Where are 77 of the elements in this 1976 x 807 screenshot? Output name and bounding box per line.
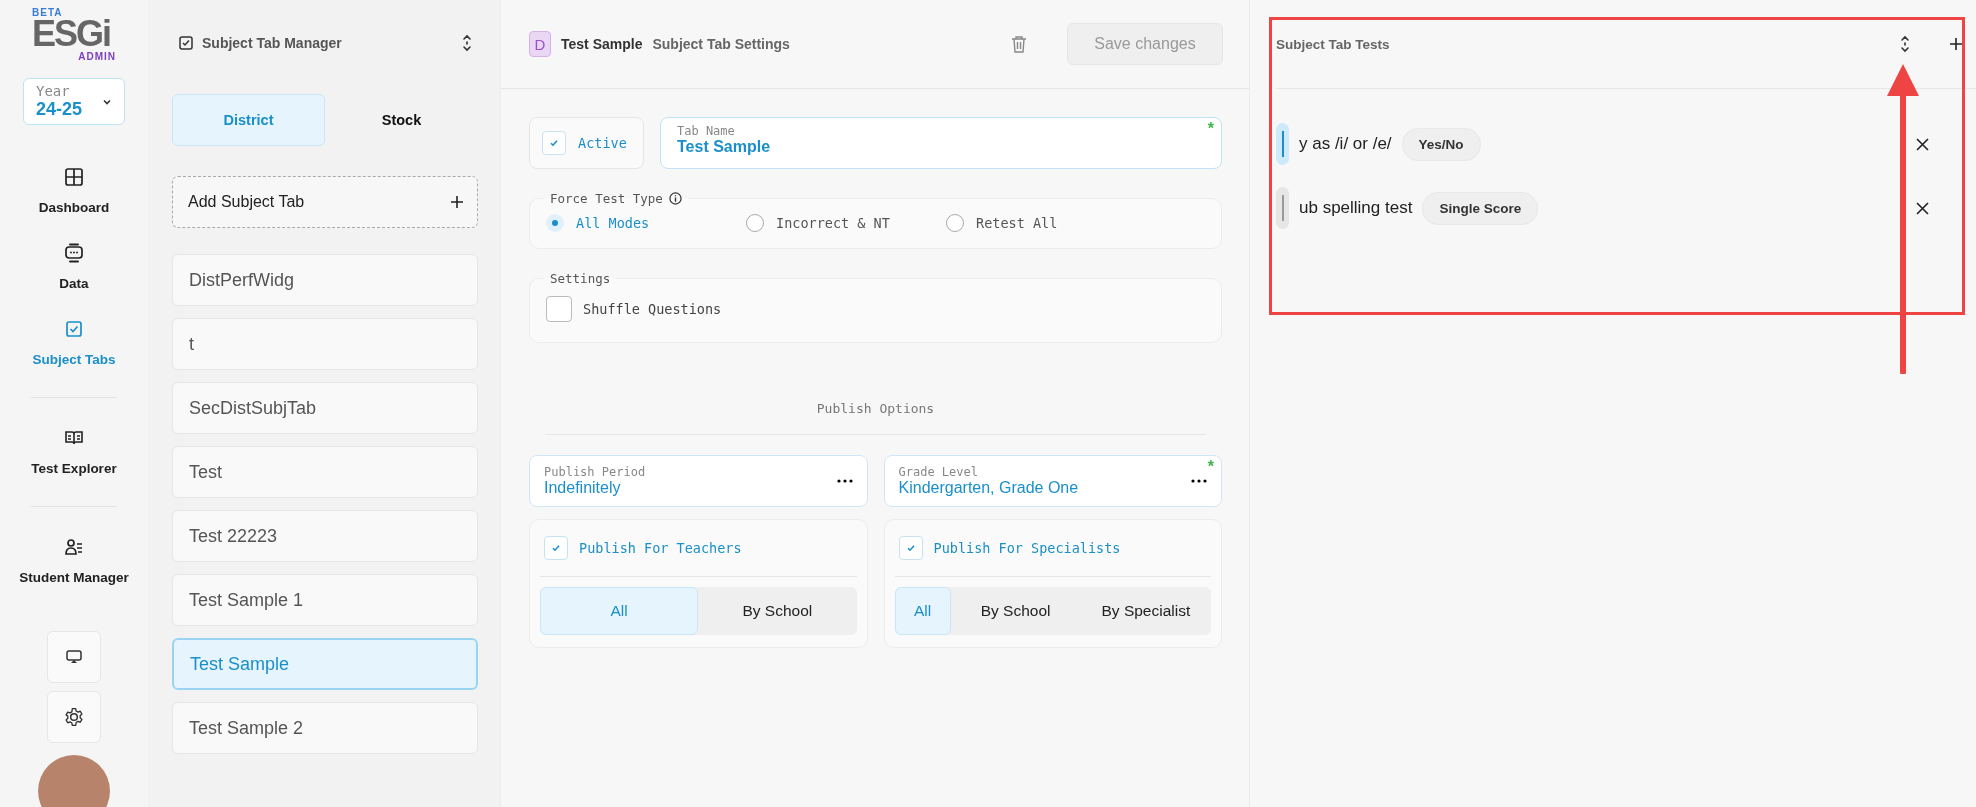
active-checkbox[interactable] [542, 131, 566, 155]
add-subject-tab-button[interactable]: Add Subject Tab [172, 176, 478, 228]
subject-tab-item[interactable]: DistPerfWidg [172, 254, 478, 306]
info-icon[interactable] [668, 192, 682, 205]
avatar-photo-placeholder[interactable] [38, 755, 110, 807]
subject-tab-item[interactable]: SecDistSubjTab [172, 382, 478, 434]
settings-title: Test Sample [561, 36, 643, 52]
group-legend: Settings [550, 271, 611, 286]
close-icon[interactable] [1916, 137, 1929, 151]
radio-option[interactable]: Retest All [946, 214, 1146, 232]
active-toggle[interactable]: Active [529, 117, 644, 169]
settings-button[interactable] [47, 691, 101, 743]
checkmark-icon [551, 543, 561, 553]
logo-admin-text: ADMIN [78, 52, 116, 62]
section-heading: Publish Options [816, 401, 935, 416]
radio-button[interactable] [946, 214, 964, 232]
year-dropdown[interactable]: Year 24-25 [23, 78, 125, 125]
checkbox[interactable] [898, 536, 923, 560]
settings-icon [64, 707, 84, 727]
logo-beta-text: BETA [32, 8, 63, 18]
checkbox-icon [64, 319, 84, 339]
checkmark-icon [905, 543, 916, 553]
screen-button[interactable] [47, 631, 101, 683]
checkbox-label: Publish For Teachers [579, 540, 742, 556]
checkbox[interactable] [546, 296, 572, 322]
plus-icon [451, 196, 463, 208]
subject-tab-item[interactable]: Test [172, 446, 478, 498]
grid-icon [64, 167, 84, 187]
user-list-icon [64, 537, 84, 557]
tab[interactable]: Stock [325, 94, 478, 146]
panel-title: Subject Tab Manager [202, 35, 343, 51]
close-icon[interactable] [1916, 201, 1929, 215]
chevron-down-icon [102, 97, 112, 106]
sort-icon[interactable] [462, 34, 472, 52]
required-asterisk: * [1207, 458, 1214, 476]
checkbox-label: Shuffle Questions [583, 301, 722, 317]
radio-option[interactable]: All Modes [546, 214, 746, 232]
dropdown-field[interactable]: Publish Period Indefinitely [529, 455, 868, 507]
radio-option[interactable]: Incorrect & NT [746, 214, 946, 232]
more-icon[interactable] [836, 479, 853, 483]
nav-item[interactable]: Dashboard [38, 153, 110, 229]
dropdown-field[interactable]: Grade Level Kindergarten, Grade One * [883, 455, 1222, 507]
plus-icon[interactable] [1950, 38, 1962, 50]
sort-icon[interactable] [1900, 35, 1910, 53]
nav-item[interactable]: Student Manager [19, 523, 129, 599]
cast-icon [66, 650, 82, 664]
subject-tab-item[interactable]: Test 22223 [172, 510, 478, 562]
checkbox[interactable] [544, 536, 568, 560]
required-asterisk: * [1207, 120, 1214, 138]
nav-item[interactable]: Data [59, 229, 89, 305]
test-type-tag: Yes/No [1401, 127, 1481, 161]
more-icon[interactable] [1191, 479, 1207, 483]
monitor-icon [64, 243, 84, 263]
settings-subtitle: Subject Tab Settings [652, 36, 791, 52]
district-badge: D [529, 31, 551, 57]
drag-handle[interactable] [1276, 187, 1289, 229]
test-type-tag: Single Score [1422, 191, 1539, 225]
logo-wordmark: ESGi [32, 16, 111, 52]
segment-option[interactable]: By School [698, 587, 857, 635]
test-name: y as /i/ or /e/ [1299, 134, 1392, 154]
panel-title: Subject Tab Tests [1276, 36, 1391, 52]
subject-tab-item[interactable]: t [172, 318, 478, 370]
test-name: ub spelling test [1299, 198, 1413, 218]
subject-tab-item[interactable]: Test Sample 2 [172, 702, 478, 754]
segment-option[interactable]: By Specialist [1080, 587, 1211, 635]
checkmark-icon [549, 138, 559, 148]
trash-icon[interactable] [1011, 35, 1027, 53]
tab-name-field[interactable]: Tab Name Test Sample * [660, 117, 1222, 169]
drag-handle[interactable] [1276, 123, 1289, 165]
checkbox-label: Publish For Specialists [933, 540, 1121, 556]
nav-item[interactable]: Test Explorer [31, 414, 117, 490]
segment-option[interactable]: By School [950, 587, 1081, 635]
radio-button[interactable] [746, 214, 764, 232]
checkbox-icon [178, 35, 194, 51]
group-legend: Force Test Type [550, 191, 663, 206]
subject-tab-item[interactable]: Test Sample 1 [172, 574, 478, 626]
radio-button[interactable] [546, 214, 564, 232]
